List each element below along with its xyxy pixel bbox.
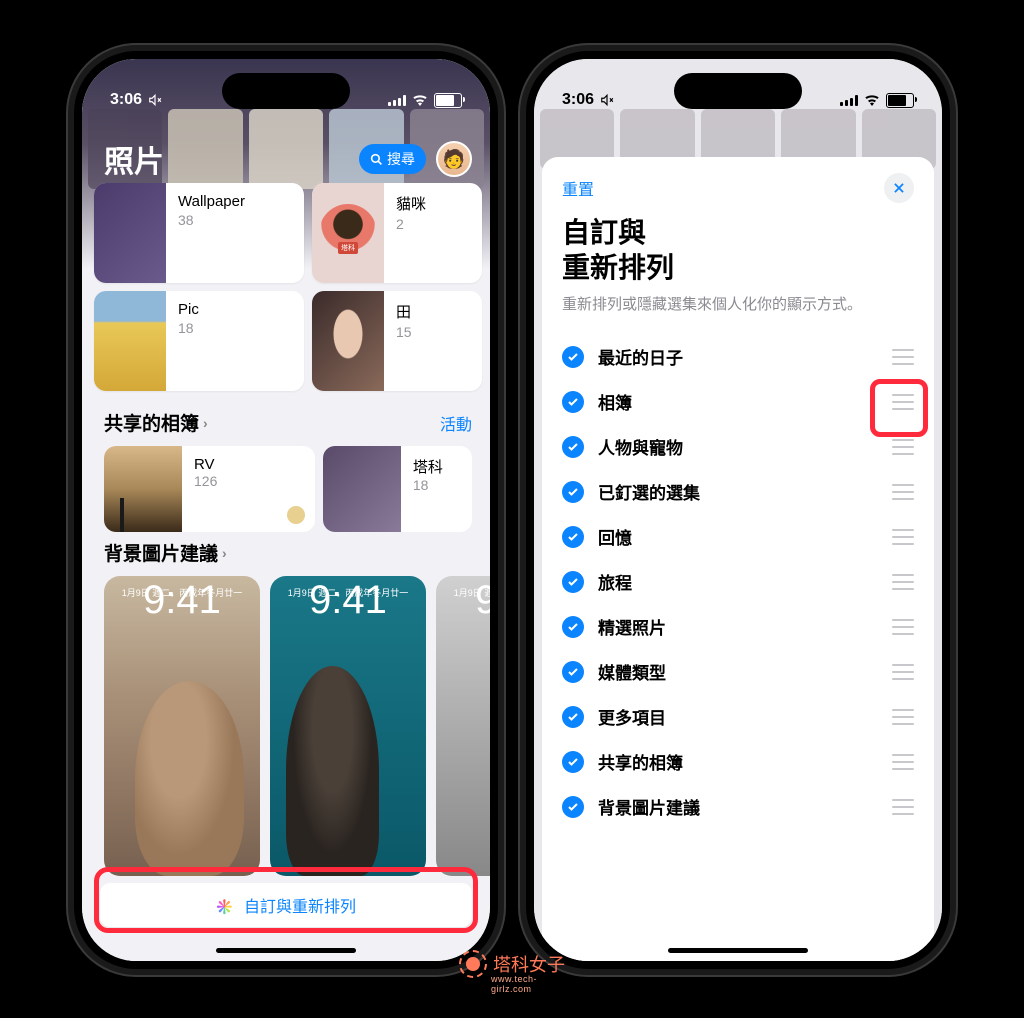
status-time: 3:06: [562, 91, 594, 109]
wallpaper-suggestion-2[interactable]: 1月9日 週二，丙戌年冬月廿一 9:41: [270, 576, 426, 876]
album-thumb: [312, 183, 384, 283]
reorder-item-label: 回憶: [598, 524, 878, 549]
drag-handle-icon[interactable]: [892, 439, 914, 455]
battery-icon: [434, 93, 462, 108]
shared-album-techgirlz[interactable]: 塔科 18: [323, 446, 472, 532]
drag-handle-icon[interactable]: [892, 574, 914, 590]
checkbox-checked[interactable]: [562, 391, 584, 413]
checkbox-checked[interactable]: [562, 481, 584, 503]
drag-handle-icon[interactable]: [892, 349, 914, 365]
home-indicator[interactable]: [668, 948, 808, 953]
reorder-item-label: 人物與寵物: [598, 434, 878, 459]
reorder-item[interactable]: 最近的日子: [562, 334, 914, 379]
close-button[interactable]: [884, 173, 914, 203]
reorder-item[interactable]: 背景圖片建議: [562, 784, 914, 829]
reorder-item[interactable]: 回憶: [562, 514, 914, 559]
mute-icon: [600, 93, 614, 107]
drag-handle-icon[interactable]: [892, 529, 914, 545]
wallpaper-suggestion-3[interactable]: 1月9日 週二，丙戌年冬月廿一 9:41: [436, 576, 490, 876]
checkbox-checked[interactable]: [562, 346, 584, 368]
sheet-description: 重新排列或隱藏選集來個人化你的顯示方式。: [562, 293, 914, 314]
checkbox-checked[interactable]: [562, 751, 584, 773]
wifi-icon: [864, 94, 880, 106]
status-time: 3:06: [110, 91, 142, 109]
battery-icon: [886, 93, 914, 108]
iphone-mockup-right: 3:06 重置: [520, 45, 956, 975]
watermark-icon: [459, 950, 487, 978]
checkbox-checked[interactable]: [562, 616, 584, 638]
drag-handle-icon[interactable]: [892, 619, 914, 635]
reorder-item-label: 已釘選的選集: [598, 479, 878, 504]
checkbox-checked[interactable]: [562, 796, 584, 818]
iphone-mockup-left: 3:06 照片 搜尋: [68, 45, 504, 975]
checkbox-checked[interactable]: [562, 526, 584, 548]
reorder-item[interactable]: 精選照片: [562, 604, 914, 649]
album-thumb: [104, 446, 182, 532]
album-thumb: [323, 446, 401, 532]
chevron-right-icon: ›: [222, 545, 227, 561]
reorder-item-label: 相簿: [598, 389, 878, 414]
reorder-item[interactable]: 旅程: [562, 559, 914, 604]
drag-handle-icon[interactable]: [892, 664, 914, 680]
shared-owner-badge: [287, 506, 305, 524]
wallpaper-suggestion-1[interactable]: 1月9日 週二，丙戌年冬月廿一 9:41: [104, 576, 260, 876]
drag-handle-icon[interactable]: [892, 394, 914, 410]
reset-button[interactable]: 重置: [562, 176, 594, 200]
checkbox-checked[interactable]: [562, 436, 584, 458]
close-icon: [892, 181, 906, 195]
reorder-item[interactable]: 更多項目: [562, 694, 914, 739]
shared-album-rv[interactable]: RV 126: [104, 446, 315, 532]
shared-albums-header[interactable]: 共享的相簿 ›: [104, 409, 208, 436]
dynamic-island: [674, 73, 802, 109]
reorder-item-label: 背景圖片建議: [598, 794, 878, 819]
chevron-right-icon: ›: [203, 415, 208, 431]
reorder-item[interactable]: 相簿: [562, 379, 914, 424]
search-button[interactable]: 搜尋: [359, 144, 426, 174]
checkbox-checked[interactable]: [562, 661, 584, 683]
drag-handle-icon[interactable]: [892, 754, 914, 770]
checkbox-checked[interactable]: [562, 571, 584, 593]
dynamic-island: [222, 73, 350, 109]
album-thumb: [312, 291, 384, 391]
search-icon: [370, 153, 383, 166]
reorder-item-label: 旅程: [598, 569, 878, 594]
customize-sheet: 重置 自訂與重新排列 重新排列或隱藏選集來個人化你的顯示方式。 最近的日子相簿人…: [542, 157, 934, 961]
album-thumb: [94, 291, 166, 391]
album-card-wallpaper[interactable]: Wallpaper 38: [94, 183, 304, 283]
signal-icon: [840, 94, 858, 106]
album-card-pic[interactable]: Pic 18: [94, 291, 304, 391]
drag-handle-icon[interactable]: [892, 709, 914, 725]
drag-handle-icon[interactable]: [892, 799, 914, 815]
reorder-item[interactable]: 人物與寵物: [562, 424, 914, 469]
profile-avatar[interactable]: 🧑: [436, 141, 472, 177]
wallpaper-suggestions-header[interactable]: 背景圖片建議 ›: [104, 539, 227, 566]
reorder-item[interactable]: 共享的相簿: [562, 739, 914, 784]
signal-icon: [388, 94, 406, 106]
mute-icon: [148, 93, 162, 107]
reorder-item-label: 媒體類型: [598, 659, 878, 684]
reorder-item-label: 最近的日子: [598, 344, 878, 369]
album-card-tian[interactable]: 田 15: [312, 291, 482, 391]
checkbox-checked[interactable]: [562, 706, 584, 728]
drag-handle-icon[interactable]: [892, 484, 914, 500]
customize-reorder-button[interactable]: 自訂與重新排列: [100, 883, 472, 927]
shared-activity-link[interactable]: 活動: [440, 411, 472, 435]
app-title: 照片: [104, 137, 164, 181]
home-indicator[interactable]: [216, 948, 356, 953]
album-thumb: [94, 183, 166, 283]
reorder-item-label: 更多項目: [598, 704, 878, 729]
reorder-item-label: 精選照片: [598, 614, 878, 639]
reorder-item[interactable]: 已釘選的選集: [562, 469, 914, 514]
sheet-title: 自訂與重新排列: [562, 215, 914, 285]
reorder-item[interactable]: 媒體類型: [562, 649, 914, 694]
watermark: 塔科女子 www.tech-girlz.com: [459, 950, 565, 978]
album-card-cat[interactable]: 貓咪 2: [312, 183, 482, 283]
photos-app-icon: [216, 895, 236, 915]
reorder-item-label: 共享的相簿: [598, 749, 878, 774]
wifi-icon: [412, 94, 428, 106]
